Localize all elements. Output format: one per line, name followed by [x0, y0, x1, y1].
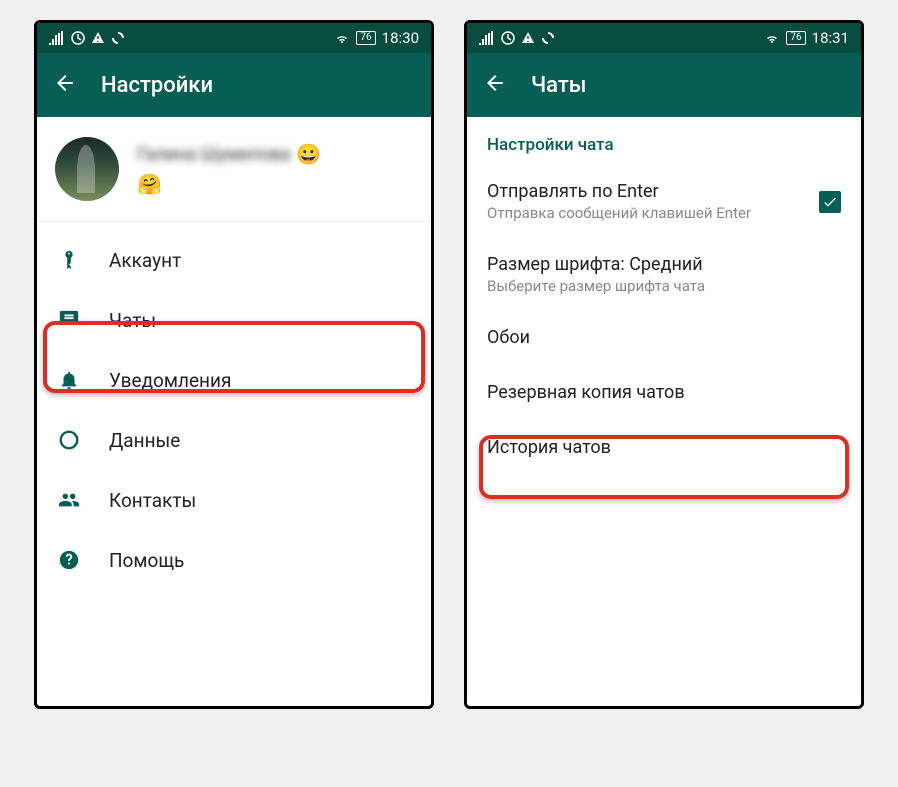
settings-screen: 76 18:30 Настройки Галина Шумилова 😀 🤗 А…: [34, 20, 434, 709]
key-icon: [57, 248, 81, 272]
status-time: 18:31: [812, 29, 849, 47]
profile-row[interactable]: Галина Шумилова 😀 🤗: [37, 117, 431, 222]
battery-icon: 76: [356, 31, 375, 45]
backup-title: Резервная копия чатов: [487, 382, 841, 403]
back-icon[interactable]: [483, 71, 507, 99]
enter-send-subtitle: Отправка сообщений клавишей Enter: [487, 204, 819, 222]
contacts-icon: [57, 488, 81, 512]
font-size-subtitle: Выберите размер шрифта чата: [487, 277, 841, 295]
data-icon: [57, 428, 81, 452]
menu-item-chats[interactable]: Чаты: [37, 290, 431, 350]
sync-icon: [541, 31, 555, 45]
status-left: [479, 31, 555, 45]
menu-label-contacts: Контакты: [109, 489, 196, 512]
menu-label-account: Аккаунт: [109, 249, 181, 272]
blank-area: [467, 476, 861, 706]
status-right: 76 18:30: [334, 29, 419, 47]
profile-emoji-2: 🤗: [137, 172, 321, 196]
avatar: [55, 137, 119, 201]
font-size-title: Размер шрифта: Средний: [487, 254, 841, 275]
wallpaper-title: Обои: [487, 327, 841, 348]
menu-label-chats: Чаты: [109, 309, 156, 332]
wifi-icon: [764, 31, 780, 45]
setting-font-size[interactable]: Размер шрифта: Средний Выберите размер ш…: [467, 238, 861, 311]
sim-icon: [501, 31, 515, 45]
battery-icon: 76: [786, 31, 805, 45]
chat-icon: [57, 308, 81, 332]
history-title: История чатов: [487, 437, 841, 458]
profile-emoji-1: 😀: [296, 142, 321, 166]
menu-label-help: Помощь: [109, 549, 184, 572]
sim-icon: [71, 31, 85, 45]
menu-item-help[interactable]: Помощь: [37, 530, 431, 590]
wifi-icon: [334, 31, 350, 45]
back-icon[interactable]: [53, 71, 77, 99]
warning-icon: [91, 31, 105, 45]
profile-text: Галина Шумилова 😀 🤗: [137, 142, 321, 196]
app-bar-title: Настройки: [101, 73, 213, 98]
signal-icon: [49, 31, 65, 45]
status-left: [49, 31, 125, 45]
sync-icon: [111, 31, 125, 45]
profile-name: Галина Шумилова: [137, 144, 290, 165]
warning-icon: [521, 31, 535, 45]
app-bar-title: Чаты: [531, 73, 587, 98]
section-title: Настройки чата: [467, 117, 861, 165]
app-bar: Настройки: [37, 53, 431, 117]
setting-enter-send[interactable]: Отправлять по Enter Отправка сообщений к…: [467, 165, 861, 238]
app-bar: Чаты: [467, 53, 861, 117]
menu-item-contacts[interactable]: Контакты: [37, 470, 431, 530]
setting-wallpaper[interactable]: Обои: [467, 311, 861, 366]
help-icon: [57, 548, 81, 572]
settings-menu: Аккаунт Чаты Уведомления Данные Контакты: [37, 222, 431, 598]
enter-send-checkbox[interactable]: [819, 191, 841, 213]
check-icon: [822, 194, 838, 210]
menu-item-data[interactable]: Данные: [37, 410, 431, 470]
status-right: 76 18:31: [764, 29, 849, 47]
status-bar: 76 18:30: [37, 23, 431, 53]
menu-label-notifications: Уведомления: [109, 369, 231, 392]
setting-history[interactable]: История чатов: [467, 421, 861, 476]
status-time: 18:30: [382, 29, 419, 47]
setting-backup[interactable]: Резервная копия чатов: [467, 366, 861, 421]
menu-label-data: Данные: [109, 429, 180, 452]
bell-icon: [57, 368, 81, 392]
enter-send-title: Отправлять по Enter: [487, 181, 819, 202]
menu-item-account[interactable]: Аккаунт: [37, 230, 431, 290]
menu-item-notifications[interactable]: Уведомления: [37, 350, 431, 410]
signal-icon: [479, 31, 495, 45]
chats-settings-screen: 76 18:31 Чаты Настройки чата Отправлять …: [464, 20, 864, 709]
status-bar: 76 18:31: [467, 23, 861, 53]
